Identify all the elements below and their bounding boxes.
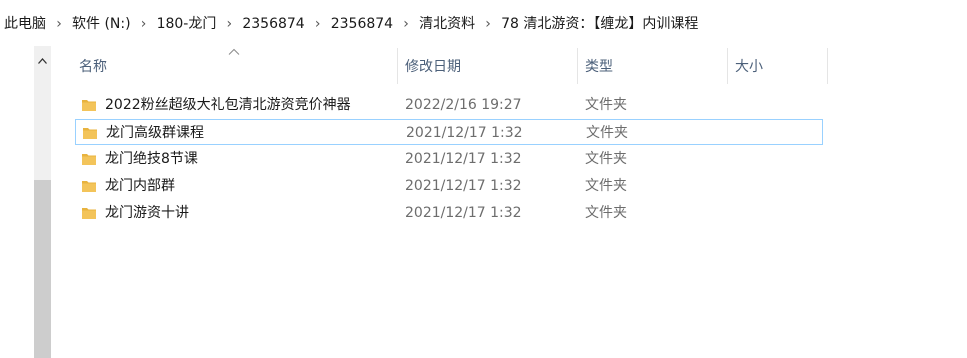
file-type: 文件夹 (585, 205, 627, 221)
scrollbar-thumb[interactable] (34, 180, 51, 358)
file-type: 文件夹 (585, 97, 627, 113)
chevron-right-icon[interactable]: › (133, 12, 155, 36)
column-header-row: 名称 修改日期 类型 大小 (51, 46, 967, 86)
column-header-name[interactable]: 名称 (73, 46, 397, 86)
scroll-up-button[interactable] (34, 46, 51, 76)
column-divider[interactable] (827, 48, 828, 84)
file-modified-date: 2021/12/17 1:32 (405, 151, 522, 167)
file-modified-date: 2022/2/16 19:27 (405, 97, 522, 113)
file-modified-date: 2021/12/17 1:32 (406, 125, 523, 141)
file-type: 文件夹 (585, 151, 627, 167)
file-type: 文件夹 (585, 178, 627, 194)
column-header-modified[interactable]: 修改日期 (399, 46, 577, 86)
breadcrumb-item-folder[interactable]: 2356874 (240, 12, 306, 36)
folder-icon (82, 181, 96, 192)
file-name: 2022粉丝超级大礼包清北游资竞价神器 (105, 97, 351, 113)
column-divider[interactable] (577, 48, 578, 84)
folder-icon (82, 154, 96, 165)
file-name: 龙门高级群课程 (106, 125, 204, 141)
chevron-right-icon[interactable]: › (395, 12, 417, 36)
breadcrumb: 此电脑 › 软件 (N:) › 180-龙门 › 2356874 › 23568… (2, 12, 700, 36)
folder-icon (82, 208, 96, 219)
file-modified-date: 2021/12/17 1:32 (405, 178, 522, 194)
breadcrumb-item-current[interactable]: 78 清北游资：【缠龙】内训课程 (499, 12, 700, 36)
chevron-right-icon[interactable]: › (218, 12, 240, 36)
breadcrumb-item-folder[interactable]: 180-龙门 (155, 12, 219, 36)
navigation-scrollbar[interactable] (34, 46, 51, 358)
chevron-up-icon (38, 58, 47, 64)
list-item[interactable]: 龙门内部群 2021/12/17 1:32 文件夹 (75, 173, 823, 199)
column-divider[interactable] (397, 48, 398, 84)
file-modified-date: 2021/12/17 1:32 (405, 205, 522, 221)
column-header-size[interactable]: 大小 (729, 46, 827, 86)
file-type: 文件夹 (586, 125, 628, 141)
chevron-right-icon[interactable]: › (477, 12, 499, 36)
list-item[interactable]: 龙门高级群课程 2021/12/17 1:32 文件夹 (75, 119, 823, 145)
list-item[interactable]: 龙门绝技8节课 2021/12/17 1:32 文件夹 (75, 146, 823, 172)
column-header-type[interactable]: 类型 (579, 46, 727, 86)
file-explorer-window: 此电脑 › 软件 (N:) › 180-龙门 › 2356874 › 23568… (0, 0, 967, 358)
list-item[interactable]: 龙门游资十讲 2021/12/17 1:32 文件夹 (75, 200, 823, 226)
list-item[interactable]: 2022粉丝超级大礼包清北游资竞价神器 2022/2/16 19:27 文件夹 (75, 92, 823, 118)
file-name: 龙门游资十讲 (105, 205, 189, 221)
folder-icon (82, 100, 96, 111)
breadcrumb-item-this-pc[interactable]: 此电脑 (2, 12, 48, 36)
file-name: 龙门绝技8节课 (105, 151, 198, 167)
address-bar[interactable]: 此电脑 › 软件 (N:) › 180-龙门 › 2356874 › 23568… (0, 0, 967, 46)
chevron-right-icon[interactable]: › (48, 12, 70, 36)
breadcrumb-item-folder[interactable]: 清北资料 (417, 12, 477, 36)
file-name: 龙门内部群 (105, 178, 175, 194)
column-divider[interactable] (727, 48, 728, 84)
chevron-right-icon[interactable]: › (307, 12, 329, 36)
breadcrumb-item-drive[interactable]: 软件 (N:) (70, 12, 133, 36)
breadcrumb-item-folder[interactable]: 2356874 (329, 12, 395, 36)
folder-icon (83, 128, 97, 139)
